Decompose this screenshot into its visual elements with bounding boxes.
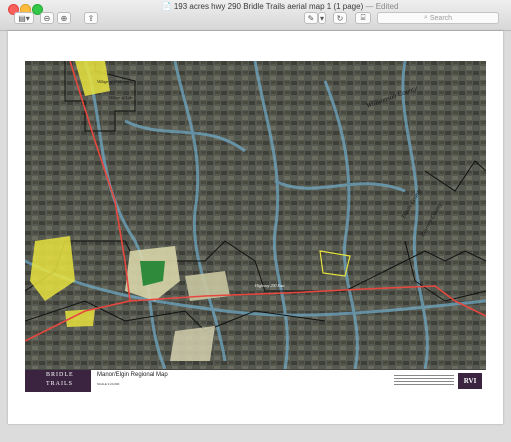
toolbox-icon: ⌸ bbox=[360, 13, 366, 22]
edited-status: — Edited bbox=[365, 2, 399, 11]
markup-pen-button[interactable]: ✎ bbox=[304, 12, 318, 24]
window-title: 📄 193 acres hwy 290 Bridle Trails aerial… bbox=[150, 2, 410, 11]
rotate-icon: ↻ bbox=[336, 13, 344, 23]
rvi-logo: RVI bbox=[458, 373, 482, 389]
label-hwy-290: Highway 290 East bbox=[255, 283, 285, 288]
toolbox-button[interactable]: ⌸ bbox=[355, 12, 371, 24]
label-village-lake: Village of Lake bbox=[109, 95, 134, 100]
pen-icon: ✎ bbox=[307, 13, 315, 23]
share-button[interactable]: ⇪ bbox=[84, 12, 98, 24]
scale-label: SCALE 1:24,000 bbox=[97, 382, 120, 386]
markup-menu-button[interactable]: ▾ bbox=[318, 12, 326, 24]
sidebar-toggle-button[interactable]: ▤▾ bbox=[14, 12, 34, 24]
document-page: Village of Webberville Village of Lake W… bbox=[8, 31, 503, 424]
window-title-text: 193 acres hwy 290 Bridle Trails aerial m… bbox=[173, 2, 364, 11]
search-field[interactable]: ⌕ Search bbox=[377, 12, 499, 24]
map-footer: BRIDLE TRAILS Manor/Elgin Regional Map S… bbox=[25, 369, 486, 392]
aerial-map-graphic bbox=[25, 61, 486, 369]
label-village-webberville: Village of Webberville bbox=[97, 79, 133, 84]
zoom-out-icon: ⊖ bbox=[43, 13, 51, 23]
brand-line-1: BRIDLE bbox=[46, 372, 74, 378]
share-icon: ⇪ bbox=[87, 13, 95, 23]
chevron-down-icon: ▾ bbox=[319, 13, 324, 23]
preview-window: 📄 193 acres hwy 290 Bridle Trails aerial… bbox=[0, 0, 511, 442]
zoom-in-icon: ⊕ bbox=[60, 13, 68, 23]
aerial-map: Village of Webberville Village of Lake W… bbox=[25, 61, 486, 369]
zoom-in-button[interactable]: ⊕ bbox=[57, 12, 71, 24]
rotate-button[interactable]: ↻ bbox=[333, 12, 347, 24]
zoom-out-button[interactable]: ⊖ bbox=[40, 12, 54, 24]
pdf-file-icon: 📄 bbox=[161, 2, 172, 11]
search-placeholder: Search bbox=[429, 14, 453, 22]
title-bar: 📄 193 acres hwy 290 Bridle Trails aerial… bbox=[0, 0, 511, 31]
brand-line-2: TRAILS bbox=[46, 381, 73, 387]
map-title: Manor/Elgin Regional Map bbox=[97, 372, 168, 378]
bridle-trails-brand: BRIDLE TRAILS bbox=[25, 370, 91, 392]
search-icon: ⌕ bbox=[423, 14, 428, 21]
sidebar-icon: ▤▾ bbox=[18, 13, 30, 23]
map-legend bbox=[394, 373, 454, 389]
